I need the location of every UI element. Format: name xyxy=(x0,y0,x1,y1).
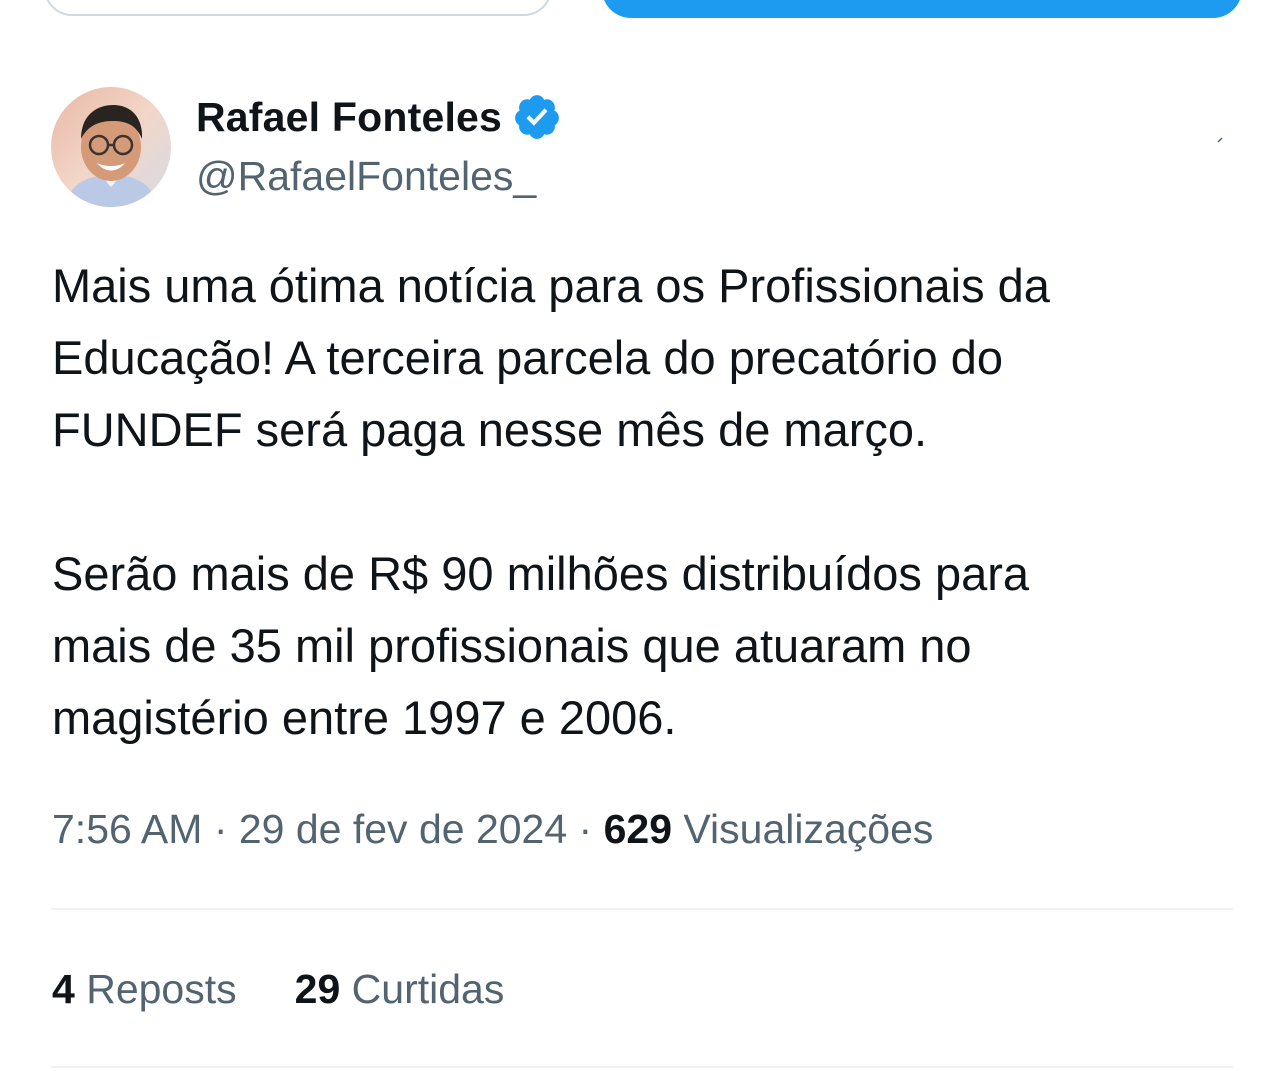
tweet-date[interactable]: 29 de fev de 2024 xyxy=(239,806,567,852)
tweet-paragraph: Mais uma ótima notícia para os Profissio… xyxy=(52,250,1252,466)
tweet-meta: 7:56 AM · 29 de fev de 2024 · 629 Visual… xyxy=(52,806,933,853)
author-display-name[interactable]: Rafael Fonteles xyxy=(196,92,562,142)
tweet-line: Educação! A terceira parcela do precatór… xyxy=(52,331,1004,384)
more-options-icon[interactable] xyxy=(1214,130,1228,144)
tweet-time[interactable]: 7:56 AM xyxy=(52,806,202,852)
reposts-label: Reposts xyxy=(86,966,237,1012)
secondary-action-button[interactable] xyxy=(44,0,552,16)
tweet-line: Serão mais de R$ 90 milhões distribuídos… xyxy=(52,547,1030,600)
tweet-text: Mais uma ótima notícia para os Profissio… xyxy=(52,250,1252,754)
likes-stat[interactable]: 29 Curtidas xyxy=(295,966,505,1013)
tweet-stats: 4 Reposts 29 Curtidas xyxy=(52,966,504,1013)
display-name-text: Rafael Fonteles xyxy=(196,93,503,140)
author-handle[interactable]: @RafaelFonteles_ xyxy=(196,153,536,200)
tweet-line: FUNDEF será paga nesse mês de março. xyxy=(52,403,928,456)
likes-count: 29 xyxy=(294,966,341,1012)
reposts-count: 4 xyxy=(52,966,75,1012)
tweet-paragraph: Serão mais de R$ 90 milhões distribuídos… xyxy=(52,538,1252,754)
tweet-line: magistério entre 1997 e 2006. xyxy=(52,691,677,744)
tweet-line: mais de 35 mil profissionais que atuaram… xyxy=(52,619,972,672)
primary-action-button[interactable] xyxy=(602,0,1242,18)
meta-separator: · xyxy=(567,806,604,852)
divider xyxy=(51,908,1233,910)
avatar[interactable] xyxy=(51,87,171,207)
avatar-photo xyxy=(51,87,171,207)
divider xyxy=(51,1066,1233,1068)
views-label: Visualizações xyxy=(683,806,934,852)
reposts-stat[interactable]: 4 Reposts xyxy=(52,966,237,1013)
likes-label: Curtidas xyxy=(351,966,505,1012)
verified-badge-icon xyxy=(515,95,559,139)
tweet-line: Mais uma ótima notícia para os Profissio… xyxy=(52,259,1050,312)
views-count: 629 xyxy=(603,806,673,852)
meta-separator: · xyxy=(202,806,239,852)
